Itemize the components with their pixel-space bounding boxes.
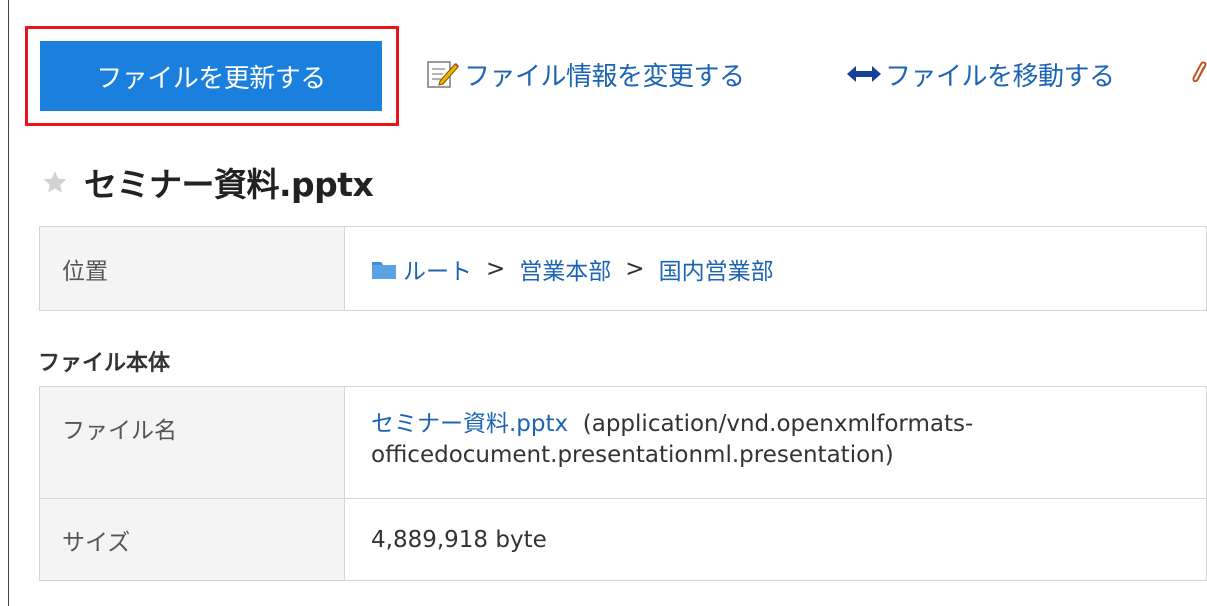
move-file-label: ファイルを移動する bbox=[885, 61, 1115, 92]
move-file-link[interactable]: ファイルを移動する bbox=[845, 56, 1115, 92]
file-body-section-title: ファイル本体 bbox=[38, 351, 171, 376]
file-body-table: ファイル名 セミナー資料.pptx (application/vnd.openx… bbox=[39, 386, 1207, 581]
folder-icon bbox=[372, 261, 396, 279]
update-file-button[interactable]: ファイルを更新する bbox=[40, 41, 382, 111]
breadcrumb-root[interactable]: ルート bbox=[403, 252, 472, 286]
file-name-label: ファイル名 bbox=[39, 386, 345, 499]
move-arrows-icon bbox=[847, 66, 881, 82]
paperclip-icon[interactable] bbox=[1192, 61, 1207, 87]
breadcrumb-domestic-sales[interactable]: 国内営業部 bbox=[659, 252, 774, 286]
star-icon[interactable] bbox=[42, 169, 68, 195]
file-size-value: 4,889,918 byte bbox=[344, 498, 1207, 581]
breadcrumb-sales-hq[interactable]: 営業本部 bbox=[519, 252, 611, 286]
location-row: 位置 ルート > 営業本部 > 国内営業部 bbox=[39, 226, 1207, 311]
file-name-row: ファイル名 セミナー資料.pptx (application/vnd.openx… bbox=[39, 386, 1207, 499]
location-table: 位置 ルート > 営業本部 > 国内営業部 bbox=[39, 226, 1207, 311]
file-name-value: セミナー資料.pptx (application/vnd.openxmlform… bbox=[344, 386, 1207, 499]
edit-file-info-link[interactable]: ファイル情報を変更する bbox=[426, 56, 745, 92]
title-row: セミナー資料.pptx bbox=[42, 160, 374, 204]
edit-file-info-label: ファイル情報を変更する bbox=[464, 61, 745, 92]
file-size-row: サイズ 4,889,918 byte bbox=[39, 498, 1207, 581]
location-label: 位置 bbox=[39, 226, 345, 311]
edit-icon bbox=[427, 61, 459, 88]
file-size-label: サイズ bbox=[39, 498, 345, 581]
location-value: ルート > 営業本部 > 国内営業部 bbox=[344, 226, 1207, 311]
breadcrumb-separator: > bbox=[486, 255, 506, 282]
file-mime-type: (application/vnd.openxmlformats- bbox=[582, 411, 974, 437]
breadcrumb-separator: > bbox=[625, 255, 645, 282]
file-download-link[interactable]: セミナー資料.pptx bbox=[371, 411, 568, 437]
page-title: セミナー資料.pptx bbox=[84, 165, 374, 204]
file-mime-type-cont: officedocument.presentationml.presentati… bbox=[371, 442, 894, 468]
breadcrumb: ルート > 営業本部 > 国内営業部 bbox=[371, 252, 774, 286]
